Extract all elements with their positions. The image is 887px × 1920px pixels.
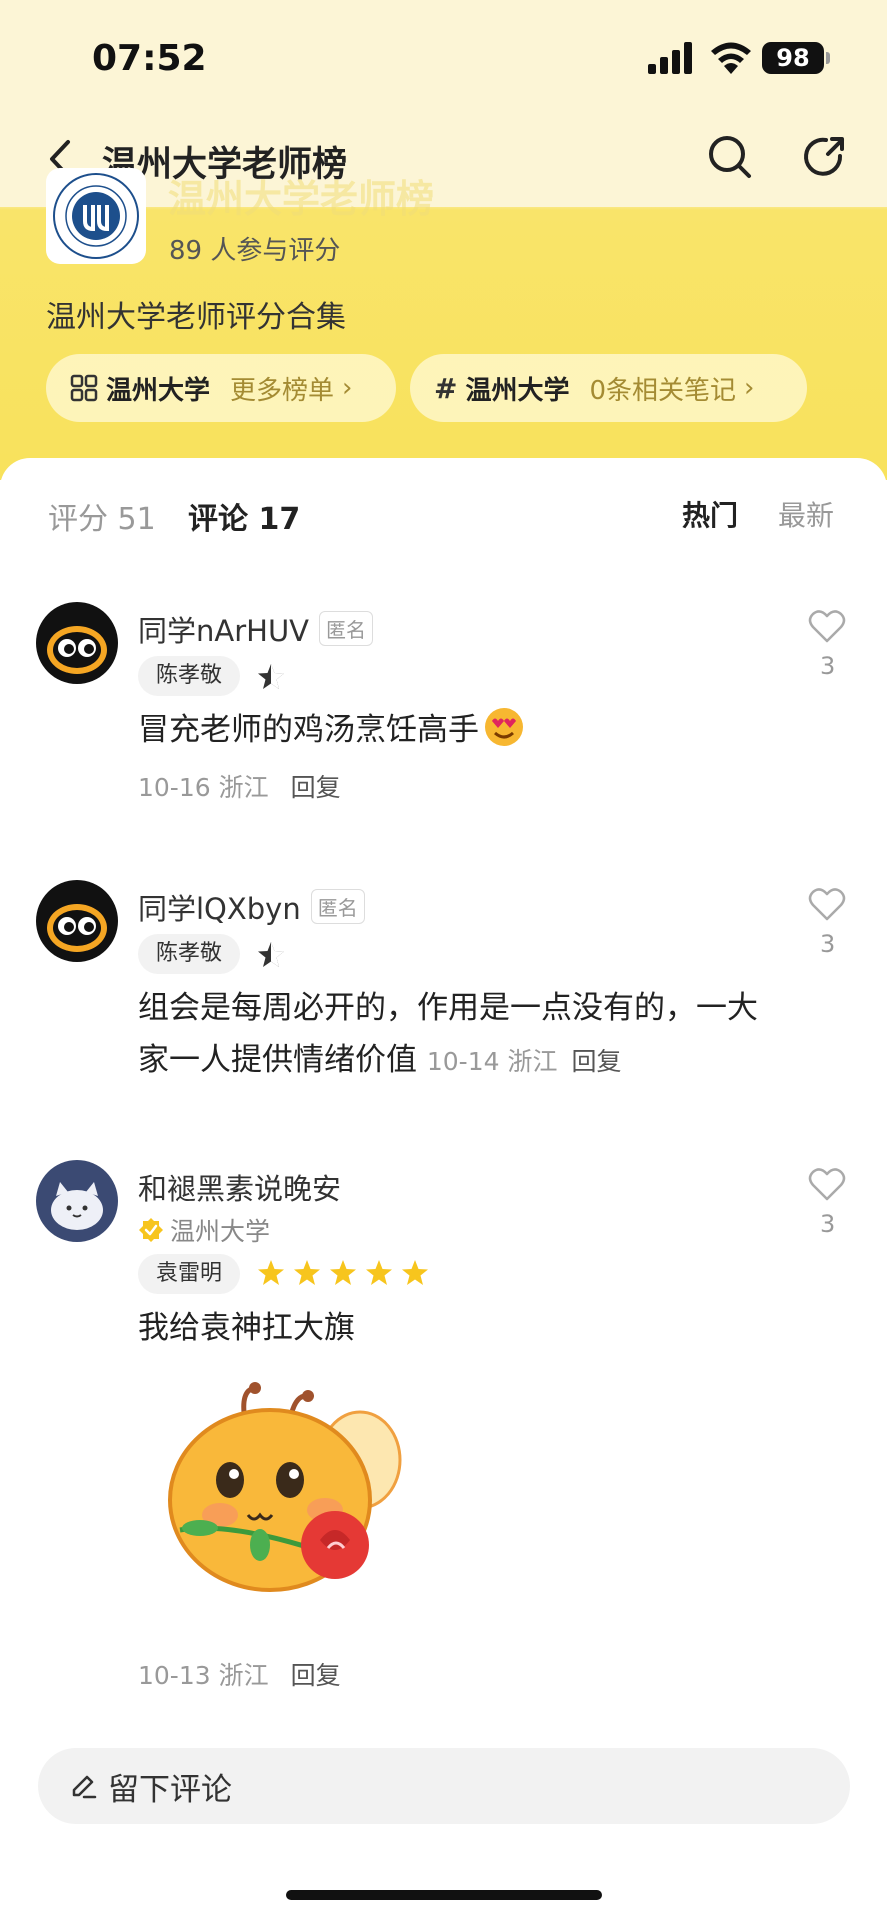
pill1-more: 更多榜单 (230, 375, 335, 406)
like-count: 3 (820, 1210, 836, 1238)
share-icon[interactable] (800, 132, 850, 182)
comment-text: 我给袁神扛大旗 (138, 1310, 355, 1346)
username-text: 同学lQXbyn (138, 892, 301, 926)
username[interactable]: 和褪黑素说晚安 (138, 1166, 341, 1208)
teacher-tag[interactable]: 袁雷明 (138, 1254, 241, 1294)
reply-button[interactable]: 回复 (571, 1047, 621, 1076)
battery-tip (826, 52, 830, 64)
bee-rose-sticker-icon (168, 1382, 402, 1592)
comment-date: 10-13 (138, 1661, 211, 1690)
rating-stars (256, 1258, 430, 1288)
star-icon (330, 1260, 356, 1285)
status-bar: 07:52 98 (0, 0, 887, 120)
related-notes-pill[interactable]: # 温州大学 0条相关笔记 › (410, 354, 807, 422)
home-indicator (286, 1890, 602, 1900)
comment-date: 10-16 (138, 773, 211, 802)
mascot-avatar-icon (36, 602, 118, 684)
verified-school: 温州大学 (138, 1212, 270, 1248)
comment-item: 同学nArHUV 匿名 陈孝敬 冒充老师的鸡汤烹饪高手 10-16 浙江 回复 3 (0, 602, 887, 802)
comment-meta: 10-16 浙江 回复 (138, 768, 341, 804)
tab-bar: 评分 51 评论 17 热门 最新 (0, 490, 887, 550)
comment-meta: 10-13 浙江 回复 (138, 1656, 341, 1692)
participant-count: 89 人参与评分 (169, 236, 341, 266)
teacher-tag[interactable]: 陈孝敬 (138, 656, 241, 696)
heart-icon[interactable] (807, 606, 847, 646)
search-icon[interactable] (705, 132, 755, 182)
grid-icon (70, 374, 98, 402)
cat-avatar-icon (36, 1160, 118, 1242)
comment-text: 组会是每周必开的，作用是一点没有的，一大家一人提供情绪价值 10-14 浙江 回复 (138, 982, 768, 1088)
comment-date: 10-14 (426, 1047, 500, 1076)
pencil-icon (72, 1775, 97, 1799)
comment-region: 浙江 (507, 1047, 558, 1076)
avatar[interactable] (36, 1160, 118, 1242)
teacher-tag[interactable]: 陈孝敬 (138, 934, 241, 974)
reply-button[interactable]: 回复 (291, 773, 341, 802)
comment-text: 冒充老师的鸡汤烹饪高手 (138, 704, 768, 756)
wifi-icon (711, 42, 751, 74)
university-logo (46, 168, 146, 264)
heart-icon[interactable] (807, 884, 847, 924)
comment-body: 冒充老师的鸡汤烹饪高手 (138, 712, 479, 748)
pill2-notes: 0条相关笔记 (589, 375, 737, 406)
half-star-icon (258, 942, 284, 967)
tab-score[interactable]: 评分 51 (48, 494, 156, 538)
username-text: 同学nArHUV (138, 614, 310, 648)
avatar[interactable] (36, 602, 118, 684)
comment-region: 浙江 (218, 1661, 269, 1690)
username[interactable]: 同学nArHUV 匿名 (138, 608, 374, 650)
pill1-label: 温州大学 (106, 375, 211, 406)
status-time: 07:52 (92, 38, 207, 79)
star-icon (402, 1260, 428, 1285)
hashtag-icon: # (434, 371, 458, 405)
star-icon (366, 1260, 392, 1285)
comment-item: 和褪黑素说晚安 温州大学 袁雷明 我给袁神扛大旗 10-13 浙江 回复 3 (0, 1160, 887, 1700)
more-boards-pill[interactable]: 温州大学 更多榜单 › (46, 354, 396, 422)
half-star-icon (258, 664, 284, 689)
sort-hot[interactable]: 热门 (682, 494, 738, 534)
signal-icon (648, 42, 692, 74)
comment-input[interactable]: 留下评论 (38, 1748, 850, 1824)
heart-eyes-emoji-icon (483, 706, 525, 748)
comment-meta: 10-14 浙江 回复 (427, 1047, 622, 1076)
pill2-label: 温州大学 (465, 375, 570, 406)
verified-badge-icon (139, 1218, 163, 1242)
sort-newest[interactable]: 最新 (778, 494, 834, 534)
comment-input-placeholder: 留下评论 (108, 1771, 232, 1808)
username[interactable]: 同学lQXbyn 匿名 (138, 886, 365, 928)
ghost-title: 温州大学老师榜 (168, 177, 435, 221)
chevron-right-icon: › (342, 373, 353, 403)
comment-region: 浙江 (218, 773, 269, 802)
anon-badge: 匿名 (310, 889, 365, 924)
comment-item: 同学lQXbyn 匿名 陈孝敬 组会是每周必开的，作用是一点没有的，一大家一人提供… (0, 880, 887, 1100)
anon-badge: 匿名 (319, 611, 374, 646)
chevron-right-icon: › (744, 373, 755, 403)
mascot-avatar-icon (36, 880, 118, 962)
heart-icon[interactable] (807, 1164, 847, 1204)
like-count: 3 (820, 652, 836, 680)
avatar[interactable] (36, 880, 118, 962)
university-emblem-icon (53, 173, 139, 259)
verified-school-name: 温州大学 (170, 1217, 271, 1246)
reply-button[interactable]: 回复 (291, 1661, 341, 1690)
battery-level: 98 (762, 42, 824, 74)
like-count: 3 (820, 930, 836, 958)
board-description: 温州大学老师评分合集 (46, 300, 346, 335)
tab-comment[interactable]: 评论 17 (188, 494, 300, 538)
star-icon (294, 1260, 320, 1285)
star-icon (258, 1260, 284, 1285)
